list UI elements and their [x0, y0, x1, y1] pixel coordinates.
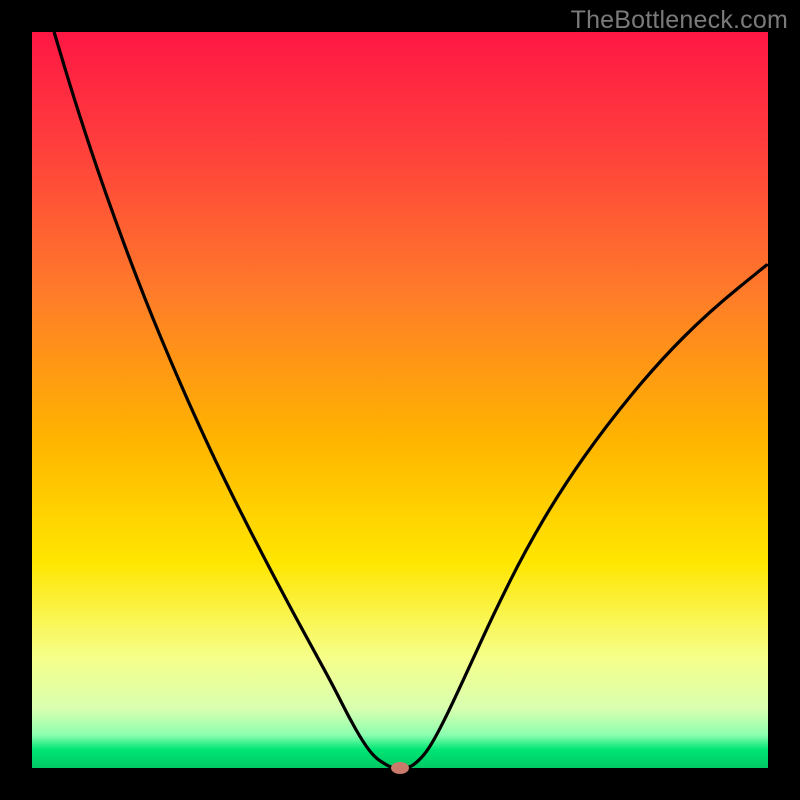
- chart-container: TheBottleneck.com: [0, 0, 800, 800]
- watermark-label: TheBottleneck.com: [571, 6, 788, 35]
- minimum-marker: [391, 762, 409, 774]
- bottleneck-chart: [0, 0, 800, 800]
- plot-background: [32, 32, 768, 768]
